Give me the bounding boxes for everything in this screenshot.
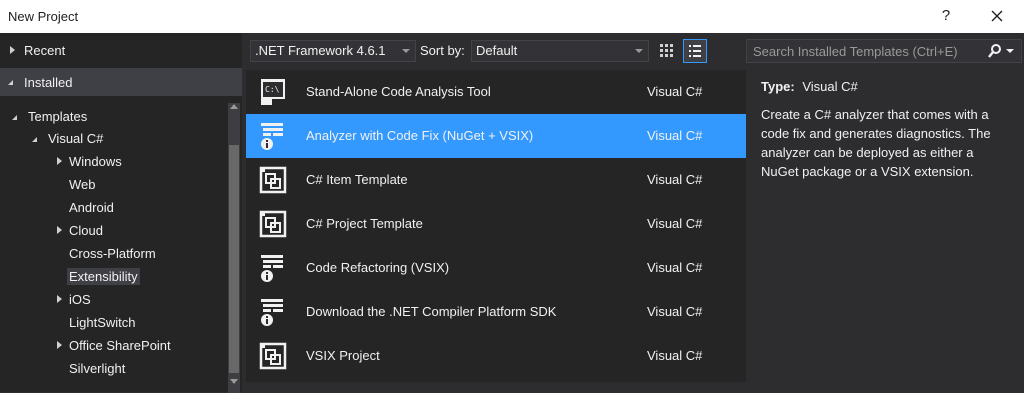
template-icon [258,164,288,196]
search-box[interactable]: Search Installed Templates (Ctrl+E) [746,39,1022,63]
tree-item-label: iOS [69,292,91,307]
template-row[interactable]: C# Project Template Visual C# [246,202,746,246]
scroll-down-icon[interactable] [228,377,240,387]
expand-icon[interactable] [57,295,62,303]
tree-item[interactable]: Cloud [0,221,226,241]
sort-by-label: Sort by: [420,43,465,58]
type-line: Type: Visual C# [761,79,858,94]
expand-icon[interactable] [57,226,62,234]
template-name: Code Refactoring (VSIX) [306,260,450,275]
list-view-icon[interactable] [683,39,707,63]
console-app-icon: C:\ [258,76,288,108]
tree-item[interactable]: Web [0,175,226,195]
template-name: Stand-Alone Code Analysis Tool [306,84,491,99]
template-row[interactable]: C# Item Template Visual C# [246,158,746,202]
template-icon [258,340,288,372]
template-list: C:\ Stand-Alone Code Analysis Tool Visual … [246,70,746,382]
template-row[interactable]: C:\ Stand-Alone Code Analysis Tool Visual … [246,70,746,114]
template-language: Visual C# [647,216,703,231]
collapse-icon [8,80,13,85]
tree-item-label: Visual C# [48,131,104,146]
template-row[interactable]: Code Refactoring (VSIX) Visual C# [246,246,746,290]
framework-dropdown[interactable]: .NET Framework 4.6.1 [250,40,416,62]
tree-item[interactable]: Android [0,198,226,218]
template-language: Visual C# [647,172,703,187]
template-row[interactable]: Download the .NET Compiler Platform SDK V… [246,290,746,334]
help-button[interactable]: ? [937,7,955,24]
close-icon[interactable] [985,5,1009,27]
tree-item-label: Web [69,177,96,192]
tree-item-label: Office SharePoint [69,338,171,353]
tree-item[interactable]: Windows [0,152,226,172]
window-title: New Project [8,9,79,24]
scroll-up-icon[interactable] [228,101,240,111]
tree-item[interactable]: Silverlight [0,359,226,379]
sort-dropdown[interactable]: Default [471,40,649,62]
medium-icons-view-icon[interactable] [656,40,678,62]
tree-item-label: Templates [28,109,88,124]
template-description: Create a C# analyzer that comes with a c… [761,107,991,179]
expand-icon[interactable] [57,341,62,349]
analyzer-icon [258,120,288,152]
left-panel: Recent Installed Templates Visual C# Windo… [0,33,242,393]
template-language: Visual C# [647,304,703,319]
template-name: C# Item Template [306,172,408,187]
expand-icon[interactable] [57,157,62,165]
recent-label: Recent [24,43,66,58]
tree-item-label: Cross-Platform [69,246,156,261]
tree-item[interactable]: Visual C# [0,129,226,149]
template-language: Visual C# [647,128,703,143]
tree-item[interactable]: Extensibility [0,267,226,287]
template-row[interactable]: Analyzer with Code Fix (NuGet + VSIX) Vis… [246,114,746,158]
type-value: Visual C# [802,79,858,94]
template-name: Download the .NET Compiler Platform SDK [306,304,557,319]
template-row[interactable]: VSIX Project Visual C# [246,334,746,378]
tree-item[interactable]: LightSwitch [0,313,226,333]
template-language: Visual C# [647,348,703,363]
collapse-icon[interactable] [32,137,37,142]
chevron-down-icon[interactable] [1006,49,1014,55]
tree-item-label: Extensibility [67,268,140,285]
tree-item-label: Windows [69,154,122,169]
title-bar: New Project ? [0,0,1024,33]
tree-item[interactable]: iOS [0,290,226,310]
tree-item-label: LightSwitch [69,315,136,330]
framework-value: .NET Framework 4.6.1 [255,43,386,58]
chevron-down-icon [402,49,410,53]
template-name: VSIX Project [306,348,380,363]
expand-icon [10,46,15,54]
search-input[interactable]: Search Installed Templates (Ctrl+E) [753,44,958,59]
scrollbar-thumb[interactable] [229,145,239,373]
installed-label: Installed [24,75,73,90]
recent-section[interactable]: Recent [0,37,242,64]
analyzer-icon [258,296,288,328]
tree-item-label: Android [69,200,114,215]
template-icon [258,208,288,240]
template-language: Visual C# [647,260,703,275]
sort-value: Default [476,43,518,58]
tree-item-label: Cloud [69,223,103,238]
template-language: Visual C# [647,84,703,99]
chevron-down-icon [635,49,643,53]
tree-item-label: Silverlight [69,361,126,376]
collapse-icon[interactable] [12,115,17,120]
installed-section[interactable]: Installed [0,68,242,96]
tree-item[interactable]: Office SharePoint [0,336,226,356]
tree-item[interactable]: Cross-Platform [0,244,226,264]
template-name: C# Project Template [306,216,423,231]
template-name: Analyzer with Code Fix (NuGet + VSIX) [306,128,534,143]
svg-text:C:\: C:\ [265,85,280,94]
analyzer-icon [258,252,288,284]
type-label: Type: [761,79,795,94]
search-icon[interactable] [987,43,1003,59]
tree-item[interactable]: Templates [0,107,226,127]
